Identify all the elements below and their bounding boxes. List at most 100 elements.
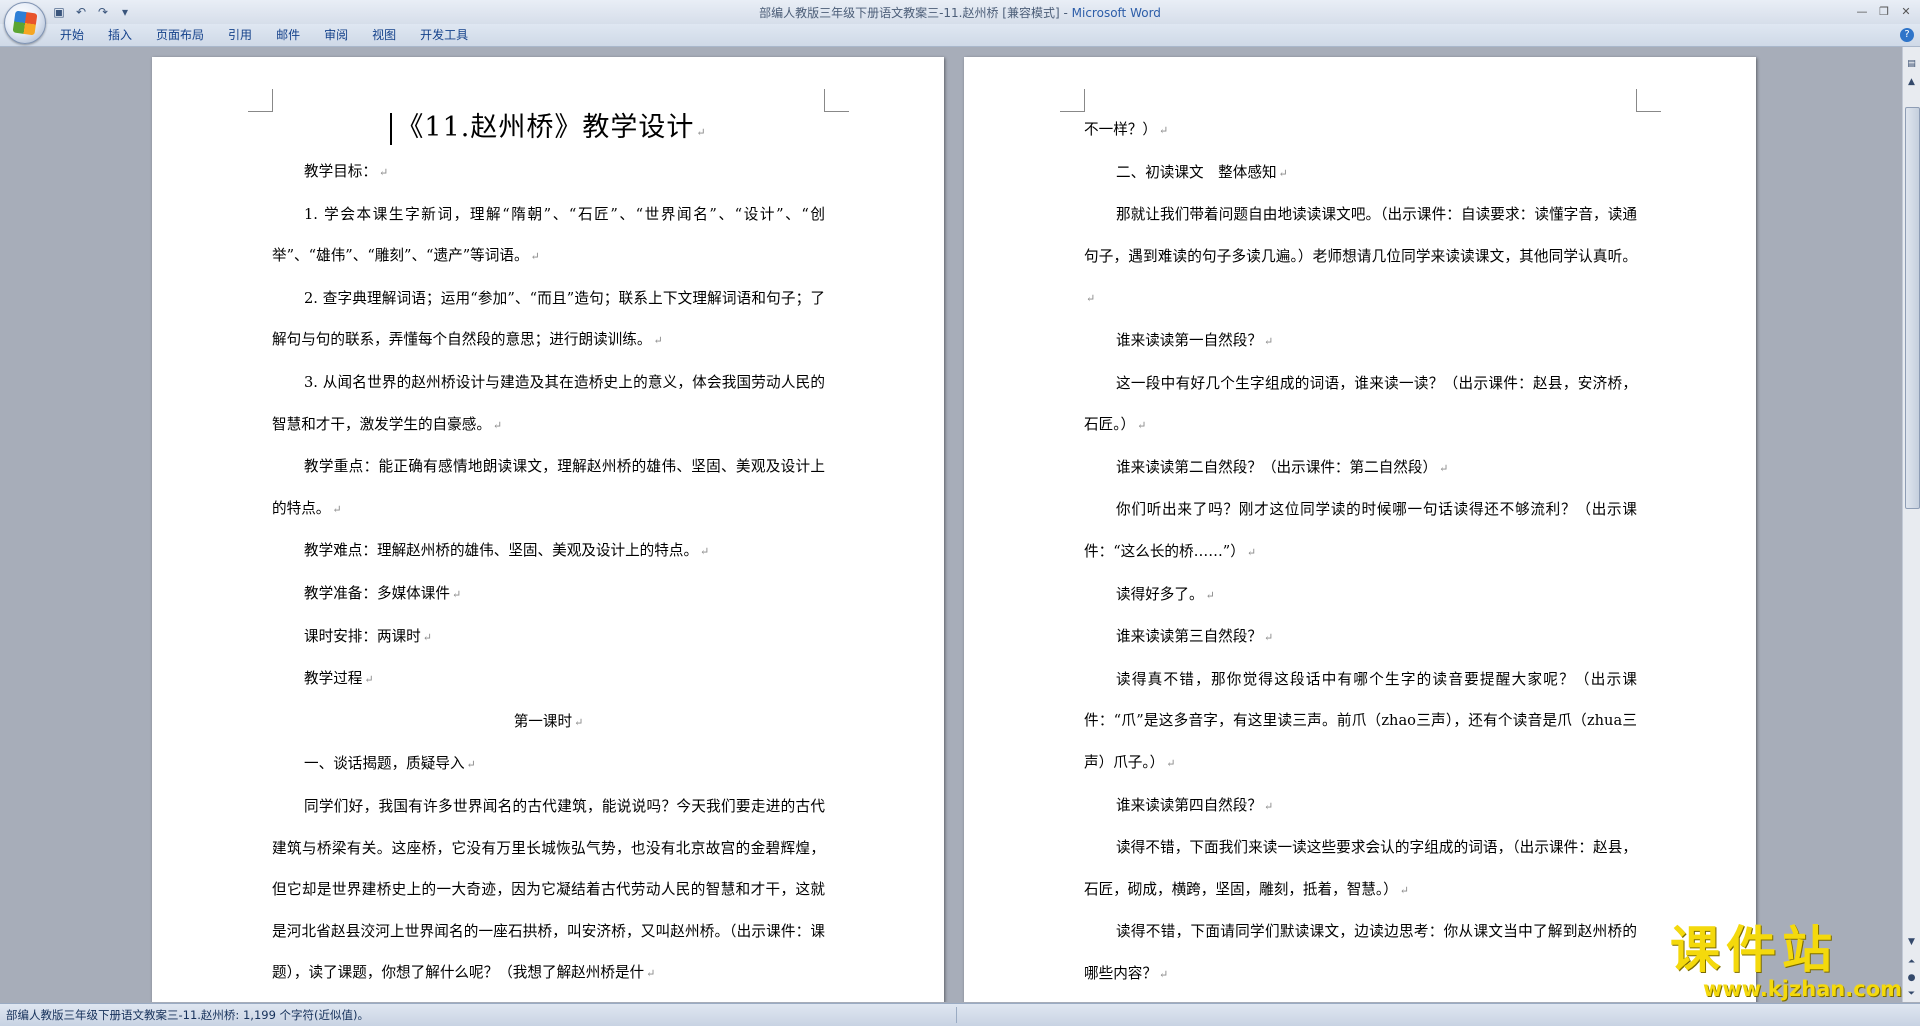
tab-review[interactable]: 审阅: [312, 24, 360, 46]
status-bar: 部编人教版三年级下册语文教案三-11.赵州桥: 1,199 个字符(近似值)。: [0, 1003, 1920, 1026]
document-paragraph: 这一段中有好几个生字组成的词语，谁来读一读？（出示课件：赵县，安济桥，石匠。） ↵: [1084, 363, 1637, 447]
document-paragraph: 教学重点：能正确有感情地朗读课文，理解赵州桥的雄伟、坚固、美观及设计上的特点。 ↵: [272, 446, 825, 530]
paragraph-text: 课时安排：两课时: [304, 627, 421, 645]
paragraph-text: 3. 从闻名世界的赵州桥设计与建造及其在造桥史上的意义，体会我国劳动人民的智慧和…: [272, 373, 825, 433]
paragraph-text: 谁来读读第三自然段？: [1116, 628, 1262, 646]
scrollbar-thumb[interactable]: [1905, 107, 1920, 509]
title-separator: -: [1059, 6, 1072, 20]
tab-page-layout[interactable]: 页面布局: [144, 24, 216, 46]
app-name: Microsoft Word: [1071, 6, 1161, 20]
document-area[interactable]: 《11.赵州桥》教学设计 ↵ 教学目标： ↵ 1. 学会本课生字新词，理解“隋朝”、“…: [0, 47, 1903, 1002]
document-paragraph: 同学们好，我国有许多世界闻名的古代建筑，能说说吗？今天我们要走进的古代建筑与桥梁…: [272, 786, 825, 995]
paragraph-mark-icon: ↵: [1158, 124, 1169, 137]
watermark: 课件站 www.kjzhan.com: [1670, 922, 1910, 1002]
paragraph-mark-icon: ↵: [1263, 799, 1274, 813]
tab-view[interactable]: 视图: [360, 24, 408, 46]
crop-mark: [1060, 89, 1085, 112]
tab-mailings[interactable]: 邮件: [264, 24, 312, 46]
tab-insert[interactable]: 插入: [96, 24, 144, 46]
window-controls: — ❐ ✕: [1852, 2, 1916, 20]
paragraph-mark-icon: ↵: [422, 630, 432, 644]
document-paragraph: 第一课时 ↵: [272, 701, 825, 744]
help-icon[interactable]: ?: [1900, 28, 1914, 42]
paragraph-mark-icon: ↵: [364, 673, 374, 687]
paragraph-mark-icon: ↵: [653, 334, 663, 348]
document-paragraph: 你们听出来了吗？刚才这位同学读的时候哪一句话读得还不够流利？（出示课件：“这么长…: [1084, 489, 1637, 573]
crop-mark: [248, 89, 273, 112]
page1-paragraphs: 教学目标： ↵ 1. 学会本课生字新词，理解“隋朝”、“石匠”、“世界闻名”、“设计…: [272, 151, 825, 995]
paragraph-text: 教学目标：: [304, 163, 377, 180]
paragraph-text: 教学准备：多媒体课件: [304, 584, 450, 602]
document-title-text: 《11.赵州桥》教学设计: [396, 112, 695, 143]
paragraph-mark-icon: ↵: [646, 967, 656, 981]
paragraph-mark-icon: ↵: [1158, 967, 1169, 981]
paragraph-text: 1. 学会本课生字新词，理解“隋朝”、“石匠”、“世界闻名”、“设计”、“创举”…: [272, 205, 825, 265]
document-paragraph: 读得好多了。 ↵: [1084, 574, 1637, 617]
tab-home[interactable]: 开始: [48, 24, 96, 46]
paragraph-text: 同学们好，我国有许多世界闻名的古代建筑，能说说吗？今天我们要走进的古代建筑与桥梁…: [272, 797, 825, 982]
ribbon: 开始 插入 页面布局 引用 邮件 审阅 视图 开发工具 ?: [0, 24, 1920, 47]
document-paragraph: 3. 从闻名世界的赵州桥设计与建造及其在造桥史上的意义，体会我国劳动人民的智慧和…: [272, 362, 825, 446]
paragraph-text: 谁来读读第一自然段？: [1116, 331, 1262, 349]
paragraph-text: 一、谈话揭题，质疑导入: [304, 755, 465, 773]
minimize-icon[interactable]: —: [1852, 2, 1872, 20]
document-paragraph: 教学过程 ↵: [272, 658, 825, 701]
document-paragraph: 谁来读读第一自然段？ ↵: [1084, 320, 1637, 363]
status-word-count[interactable]: 部编人教版三年级下册语文教案三-11.赵州桥: 1,199 个字符(近似值)。: [6, 1004, 369, 1026]
document-paragraph: 谁来读读第二自然段？（出示课件：第二自然段） ↵: [1084, 447, 1637, 490]
document-page-2[interactable]: 不一样？） ↵ 二、初读课文 整体感知 ↵ 那就让我们带着问题自由地读读课文吧。（出示课…: [964, 57, 1756, 1002]
close-icon[interactable]: ✕: [1896, 2, 1916, 20]
paragraph-text: 读得真不错，那你觉得这段话中有哪个生字的读音要提醒大家呢？（出示课件：“爪”是这…: [1084, 670, 1637, 771]
paragraph-mark-icon: ↵: [1399, 883, 1409, 897]
paragraph-mark-icon: ↵: [1263, 631, 1274, 645]
paragraph-text: 读得不错，下面我们来读一读这些要求会认的字组成的词语，（出示课件：赵县，石匠，砌…: [1084, 839, 1637, 898]
document-paragraph: 读得不错，下面请同学们默读课文，边读边思考：你从课文当中了解到赵州桥的哪些内容？…: [1084, 911, 1637, 995]
paragraph-mark-icon: ↵: [378, 166, 389, 179]
watermark-url: www.kjzhan.com: [1702, 977, 1902, 1001]
paragraph-mark-icon: ↵: [451, 587, 462, 601]
document-page-1[interactable]: 《11.赵州桥》教学设计 ↵ 教学目标： ↵ 1. 学会本课生字新词，理解“隋朝”、“…: [152, 57, 944, 1002]
document-paragraph: 一、谈话揭题，质疑导入 ↵: [272, 743, 825, 786]
paragraph-mark-icon: ↵: [332, 502, 342, 516]
scroll-up-icon[interactable]: ▲: [1904, 75, 1919, 90]
vertical-scrollbar[interactable]: ▤ ▲ ▼ ⏶ ● ⏷: [1902, 47, 1920, 1002]
paragraph-text: 2. 查字典理解词语；运用“参加”、“而且”造句；联系上下文理解词语和句子；了解…: [272, 289, 825, 349]
document-paragraph: 教学准备：多媒体课件 ↵: [272, 573, 825, 616]
page-content: 《11.赵州桥》教学设计 ↵ 教学目标： ↵ 1. 学会本课生字新词，理解“隋朝”、“…: [272, 105, 825, 995]
document-paragraph: 课时安排：两课时 ↵: [272, 616, 825, 659]
document-title: 《11.赵州桥》教学设计 ↵: [272, 105, 825, 151]
paragraph-text: 二、初读课文 整体感知: [1116, 163, 1277, 181]
paragraph-mark-icon: ↵: [530, 250, 540, 264]
paragraph-mark-icon: ↵: [466, 758, 476, 772]
office-logo-icon: [12, 10, 38, 36]
text-cursor: [390, 112, 393, 145]
title-bar: ▣ ↶ ↷ ▾ 部编人教版三年级下册语文教案三-11.赵州桥 [兼容模式] - …: [0, 0, 1920, 44]
paragraph-text: 那就让我们带着问题自由地读读课文吧。（出示课件：自读要求：读懂字音，读通句子，遇…: [1084, 206, 1637, 265]
watermark-logo-text: 课件站: [1670, 921, 1838, 979]
document-paragraph: 读得真不错，那你觉得这段话中有哪个生字的读音要提醒大家呢？（出示课件：“爪”是这…: [1084, 659, 1637, 785]
restore-icon[interactable]: ❐: [1874, 2, 1894, 20]
view-ruler-icon[interactable]: ▤: [1904, 57, 1919, 72]
status-divider: [956, 1007, 957, 1023]
paragraph-mark-icon: ↵: [700, 545, 710, 559]
paragraph-text: 不一样？）: [1084, 121, 1157, 138]
document-paragraph: 教学目标： ↵: [272, 151, 825, 194]
document-paragraph: 1. 学会本课生字新词，理解“隋朝”、“石匠”、“世界闻名”、“设计”、“创举”…: [272, 194, 825, 278]
paragraph-mark-icon: ↵: [1137, 419, 1147, 433]
document-paragraph: 谁来读读第四自然段？ ↵: [1084, 785, 1637, 828]
crop-mark: [1636, 89, 1661, 112]
paragraph-mark-icon: ↵: [1205, 588, 1215, 602]
paragraph-mark-icon: ↵: [1086, 292, 1096, 306]
document-paragraph: 不一样？） ↵: [1084, 109, 1637, 152]
ribbon-tabs: 开始 插入 页面布局 引用 邮件 审阅 视图 开发工具: [48, 24, 480, 46]
paragraph-mark-icon: ↵: [696, 126, 707, 139]
office-button[interactable]: [4, 2, 46, 44]
tab-developer[interactable]: 开发工具: [408, 24, 480, 46]
paragraph-text: 教学过程: [304, 670, 363, 688]
tab-references[interactable]: 引用: [216, 24, 264, 46]
paragraph-mark-icon: ↵: [1246, 545, 1257, 559]
paragraph-text: 读得好多了。: [1116, 585, 1204, 603]
document-paragraph: 谁来读读第三自然段？ ↵: [1084, 616, 1637, 659]
document-name: 部编人教版三年级下册语文教案三-11.赵州桥 [兼容模式]: [759, 6, 1060, 20]
paragraph-mark-icon: ↵: [1439, 461, 1449, 475]
